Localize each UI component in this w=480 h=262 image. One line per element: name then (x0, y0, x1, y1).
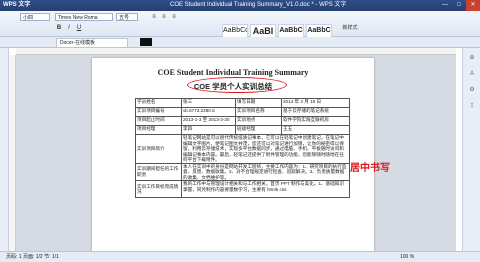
font-size-select-2[interactable]: 五号 (116, 13, 138, 21)
app-logo[interactable]: WPS 文字 (3, 1, 30, 10)
select-icon[interactable]: ⊕ (468, 54, 476, 62)
document-page[interactable]: COE Student Individual Training Summary … (92, 58, 390, 251)
table-row: 实训项目简介 轻笔记网站是可以替代传统纸质记事本，它可以在轻笔记中创建笔记，在笔… (135, 134, 350, 164)
table-cell: 轻笔记网站是可以替代传统纸质记事本，它可以在轻笔记中创建笔记，在笔记中编辑文字图… (181, 134, 350, 164)
style-preview: AaBbC (279, 27, 303, 34)
highlight-ellipse (187, 77, 287, 93)
underline-button[interactable]: U (75, 24, 83, 32)
table-cell: 实训项目编号 (135, 107, 182, 117)
table-cell: 王五 (281, 125, 350, 135)
table-cell: 班级经理 (235, 125, 282, 135)
table-cell: 软件学院实践互联机房 (281, 116, 350, 126)
table-cell: 实训工作目标完成情况 (135, 180, 182, 198)
font-size-select[interactable]: 小四 (20, 13, 50, 21)
table-cell: 学员姓名 (135, 98, 182, 108)
right-panel: ⊕ A ⚙ ⇪ (462, 48, 480, 251)
document-tab-bar: Docer-在线模板 (0, 37, 480, 48)
table-cell: 张三 (181, 98, 236, 108)
tools-icon[interactable]: ⚙ (468, 86, 476, 94)
table-cell: 实训项目名称 (235, 107, 282, 117)
align-right-icon[interactable]: ≡ (170, 13, 178, 21)
new-style-button[interactable]: 新样式 (340, 24, 360, 32)
style-icon[interactable]: A (468, 70, 476, 78)
table-cell: 填写日期 (235, 98, 282, 108)
horizontal-ruler[interactable] (16, 48, 456, 55)
table-cell: 2013-1-3 至 2013-3-20 (181, 116, 236, 126)
table-cell: 本人在实训中的身份是网站开发工程师，主要工作内容为：1、研究项目的执行监督、反馈… (181, 162, 350, 181)
table-row: 实训期间担任的工作职责 本人在实训中的身份是网站开发工程师，主要工作内容为：1、… (135, 162, 350, 181)
table-row: 实训工作目标完成情况 我的工作中与管理设计相关和与工作相关，首页 PPT 制作与… (135, 180, 350, 198)
maximize-button[interactable]: □ (452, 0, 466, 11)
italic-button[interactable]: I (65, 24, 73, 32)
vertical-ruler[interactable] (9, 55, 16, 251)
redacted-box (140, 38, 152, 46)
table-cell: 实训项目简介 (135, 134, 182, 164)
title-bar: WPS 文字 COE Student Individual Training S… (0, 0, 480, 11)
table-cell: 项目起止时间 (135, 116, 182, 126)
summary-table: 学员姓名 张三 填写日期 2013 年 3 月 18 日 实训项目编号 vb.6… (135, 98, 350, 198)
bold-button[interactable]: B (55, 24, 63, 32)
table-cell: 实训地点 (235, 116, 282, 126)
document-title: COE Student Individual Training Summary (157, 68, 309, 77)
align-left-icon[interactable]: ≡ (150, 13, 158, 21)
table-cell: 实训期间担任的工作职责 (135, 162, 182, 181)
table-cell: 项目经理 (135, 125, 182, 135)
window-title: COE Student Individual Training Summary_… (170, 2, 347, 8)
annotation-text: 居中书写 (350, 163, 390, 174)
table-row: 项目经理 李四 班级经理 王五 (135, 125, 350, 135)
table-cell: 2013 年 3 月 18 日 (281, 98, 350, 108)
font-name-select[interactable]: Times New Roma (55, 13, 113, 21)
left-panel (0, 48, 9, 251)
share-icon[interactable]: ⇪ (468, 102, 476, 110)
style-preview: AaBbCcDd (223, 27, 247, 34)
table-row: 项目起止时间 2013-1-3 至 2013-3-20 实训地点 软件学院实践互… (135, 116, 350, 126)
tab-docer[interactable]: Docer-在线模板 (56, 38, 128, 47)
style-preview: AaBl (252, 26, 274, 36)
align-center-icon[interactable]: ≡ (160, 13, 168, 21)
style-preview: AaBbC (307, 27, 331, 34)
table-cell: 我的工作中与管理设计相关和与工作相关，首页 PPT 制作与美化。1、基础知识掌握… (181, 180, 350, 198)
close-button[interactable]: ✕ (466, 0, 480, 11)
table-cell: 基于云存储的笔记系统 (281, 107, 350, 117)
table-row: 学员姓名 张三 填写日期 2013 年 3 月 18 日 (135, 98, 350, 108)
table-cell: 李四 (181, 125, 236, 135)
table-cell: vb.6773.2380.5 (181, 107, 236, 117)
status-bar: 页码: 1 页面: 1/2 节: 1/1 100 % (0, 251, 480, 262)
table-row: 实训项目编号 vb.6773.2380.5 实训项目名称 基于云存储的笔记系统 (135, 107, 350, 117)
ribbon-toolbar: 小四 Times New Roma 五号 B I U ≡ ≡ ≡ AaBbCcD… (0, 11, 480, 44)
minimize-button[interactable]: — (438, 0, 452, 11)
